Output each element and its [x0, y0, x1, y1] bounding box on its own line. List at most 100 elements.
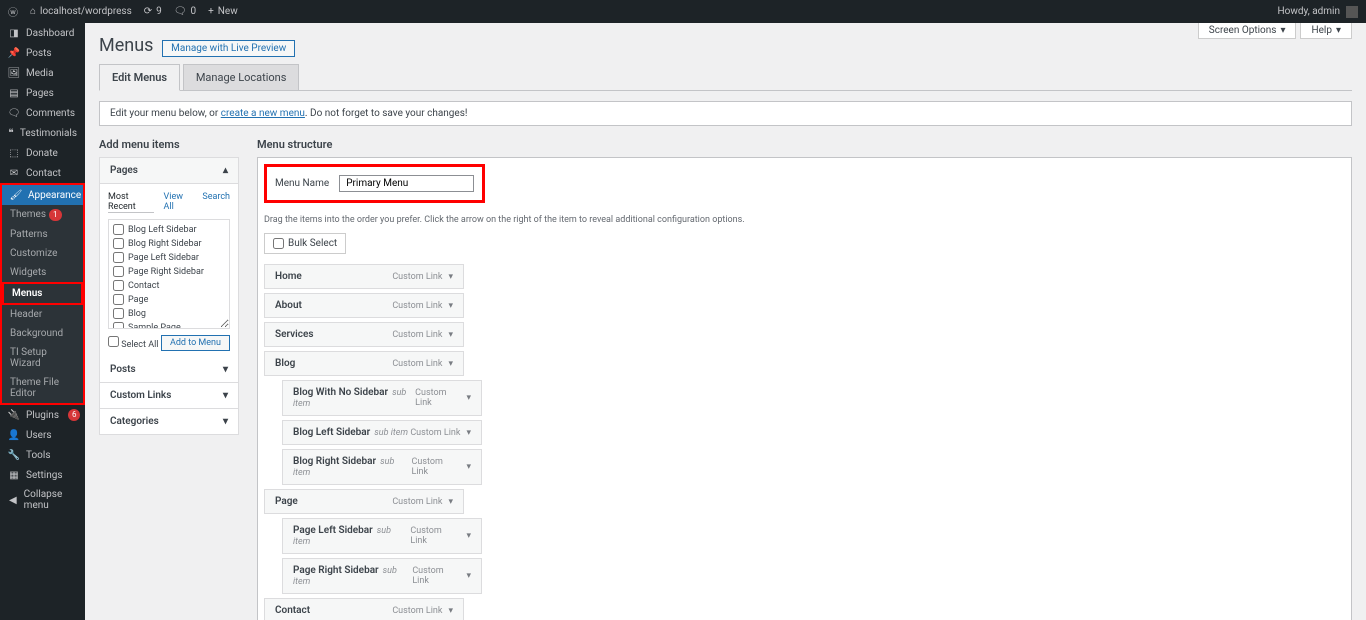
chevron-down-icon: ▾ — [223, 416, 228, 427]
submenu-themes[interactable]: Themes1 — [2, 205, 83, 225]
media-icon: 🖼 — [8, 67, 20, 79]
chevron-down-icon[interactable]: ▾ — [448, 330, 453, 340]
submenu-background[interactable]: Background — [2, 324, 83, 343]
menu-item-type-label: Custom Link — [412, 457, 461, 477]
menu-structure-item[interactable]: ServicesCustom Link▾ — [264, 322, 464, 347]
page-title: Menus — [99, 35, 153, 56]
subtab-search[interactable]: Search — [202, 192, 230, 213]
new-content[interactable]: +New — [208, 6, 238, 17]
sidebar-item-users[interactable]: 👤Users — [0, 425, 85, 445]
menu-item-type-label: Custom Link — [392, 301, 442, 311]
menu-structure-item[interactable]: Blog Right Sidebarsub itemCustom Link▾ — [282, 449, 482, 485]
menu-structure-item[interactable]: Blog Left Sidebarsub itemCustom Link▾ — [282, 420, 482, 445]
menu-structure-item[interactable]: Blog With No Sidebarsub itemCustom Link▾ — [282, 380, 482, 416]
submenu-customize[interactable]: Customize — [2, 244, 83, 263]
submenu-menus[interactable]: Menus — [4, 284, 81, 303]
page-check-item[interactable]: Sample Page — [113, 322, 225, 329]
menu-item-title: Blog — [275, 358, 295, 369]
menu-item-type-label: Custom Link — [392, 272, 442, 282]
create-new-menu-link[interactable]: create a new menu — [221, 108, 305, 119]
menu-structure-item[interactable]: AboutCustom Link▾ — [264, 293, 464, 318]
page-check-item[interactable]: Page — [113, 294, 225, 305]
acc-categories-header[interactable]: Categories▾ — [100, 409, 238, 434]
tab-edit-menus[interactable]: Edit Menus — [99, 64, 180, 91]
chevron-down-icon[interactable]: ▾ — [466, 571, 471, 581]
plugins-badge: 6 — [68, 409, 81, 421]
chevron-down-icon[interactable]: ▾ — [466, 531, 471, 541]
sidebar-item-dashboard[interactable]: ◨Dashboard — [0, 23, 85, 43]
avatar[interactable] — [1346, 6, 1358, 18]
menu-structure-header: Menu structure — [257, 138, 1352, 151]
menu-item-type-label: Custom Link — [412, 566, 460, 586]
chevron-down-icon[interactable]: ▾ — [448, 301, 453, 311]
chevron-down-icon[interactable]: ▾ — [448, 359, 453, 369]
notice-box: Edit your menu below, or create a new me… — [99, 101, 1352, 126]
menu-structure-item[interactable]: BlogCustom Link▾ — [264, 351, 464, 376]
menu-item-sub-label: sub item — [374, 428, 408, 438]
sidebar-item-testimonials[interactable]: ❝Testimonials — [0, 123, 85, 143]
wp-logo[interactable]: ⓦ — [8, 4, 18, 19]
chevron-down-icon[interactable]: ▾ — [448, 606, 453, 616]
page-check-item[interactable]: Page Right Sidebar — [113, 266, 225, 277]
menu-structure-item[interactable]: Home Custom Link ▾ — [264, 264, 464, 289]
chevron-down-icon[interactable]: ▾ — [466, 428, 471, 438]
page-check-item[interactable]: Page Left Sidebar — [113, 252, 225, 263]
settings-icon: ▦ — [8, 469, 20, 481]
sidebar-item-comments[interactable]: 🗨Comments — [0, 103, 85, 123]
subtab-recent[interactable]: Most Recent — [108, 192, 154, 213]
sidebar-item-pages[interactable]: ▤Pages — [0, 83, 85, 103]
plus-icon: + — [208, 6, 214, 17]
comments-bubble[interactable]: 🗨0 — [174, 6, 196, 17]
menu-item-title: Page — [275, 496, 298, 507]
menu-item-title: Home — [275, 271, 302, 282]
chevron-down-icon[interactable]: ▾ — [448, 497, 453, 507]
submenu-patterns[interactable]: Patterns — [2, 225, 83, 244]
sidebar-item-media[interactable]: 🖼Media — [0, 63, 85, 83]
bulk-select-top[interactable]: Bulk Select — [264, 233, 346, 254]
help-tab[interactable]: Help▾ — [1300, 23, 1352, 39]
menu-structure-item[interactable]: ContactCustom Link▾ — [264, 598, 464, 620]
sidebar-collapse[interactable]: ◀Collapse menu — [0, 485, 85, 515]
howdy-admin[interactable]: Howdy, admin — [1278, 6, 1340, 17]
chevron-down-icon[interactable]: ▾ — [448, 272, 453, 282]
submenu-ti-setup[interactable]: TI Setup Wizard — [2, 343, 83, 373]
screen-options-tab[interactable]: Screen Options▾ — [1198, 23, 1297, 39]
sidebar-item-posts[interactable]: 📌Posts — [0, 43, 85, 63]
page-check-item[interactable]: Blog Right Sidebar — [113, 238, 225, 249]
chevron-down-icon[interactable]: ▾ — [466, 393, 471, 403]
menu-structure-item[interactable]: Page Right Sidebarsub itemCustom Link▾ — [282, 558, 482, 594]
live-preview-button[interactable]: Manage with Live Preview — [162, 40, 295, 57]
menu-structure-item[interactable]: Page Left Sidebarsub itemCustom Link▾ — [282, 518, 482, 554]
sidebar-item-donate[interactable]: ⬚Donate — [0, 143, 85, 163]
menu-structure-item[interactable]: PageCustom Link▾ — [264, 489, 464, 514]
updates[interactable]: ⟳9 — [144, 6, 162, 17]
submenu-theme-editor[interactable]: Theme File Editor — [2, 373, 83, 403]
page-check-item[interactable]: Contact — [113, 280, 225, 291]
menu-name-input[interactable] — [339, 175, 474, 192]
sidebar-item-tools[interactable]: 🔧Tools — [0, 445, 85, 465]
chevron-down-icon: ▾ — [223, 364, 228, 375]
add-to-menu-button[interactable]: Add to Menu — [161, 335, 230, 351]
acc-pages-header[interactable]: Pages▴ — [100, 158, 238, 184]
submenu-widgets[interactable]: Widgets — [2, 263, 83, 282]
sidebar-item-plugins[interactable]: 🔌Plugins6 — [0, 405, 85, 425]
sidebar-item-contact[interactable]: ✉Contact — [0, 163, 85, 183]
chevron-up-icon: ▴ — [223, 165, 228, 176]
sidebar-item-settings[interactable]: ▦Settings — [0, 465, 85, 485]
menu-item-title: Services — [275, 329, 314, 340]
contact-icon: ✉ — [8, 167, 20, 179]
page-check-item[interactable]: Blog — [113, 308, 225, 319]
menu-item-type-label: Custom Link — [415, 388, 460, 408]
subtab-viewall[interactable]: View All — [164, 192, 193, 213]
page-check-item[interactable]: Blog Left Sidebar — [113, 224, 225, 235]
pages-checklist[interactable]: Blog Left Sidebar Blog Right Sidebar Pag… — [108, 219, 230, 329]
acc-custom-header[interactable]: Custom Links▾ — [100, 383, 238, 409]
menu-name-label: Menu Name — [275, 178, 329, 189]
site-name[interactable]: ⌂localhost/wordpress — [30, 6, 132, 17]
chevron-down-icon[interactable]: ▾ — [466, 462, 471, 472]
submenu-header[interactable]: Header — [2, 305, 83, 324]
sidebar-item-appearance[interactable]: 🖌Appearance — [2, 185, 83, 205]
tab-manage-locations[interactable]: Manage Locations — [183, 64, 300, 90]
select-all[interactable]: Select All — [108, 336, 158, 350]
acc-posts-header[interactable]: Posts▾ — [100, 357, 238, 383]
